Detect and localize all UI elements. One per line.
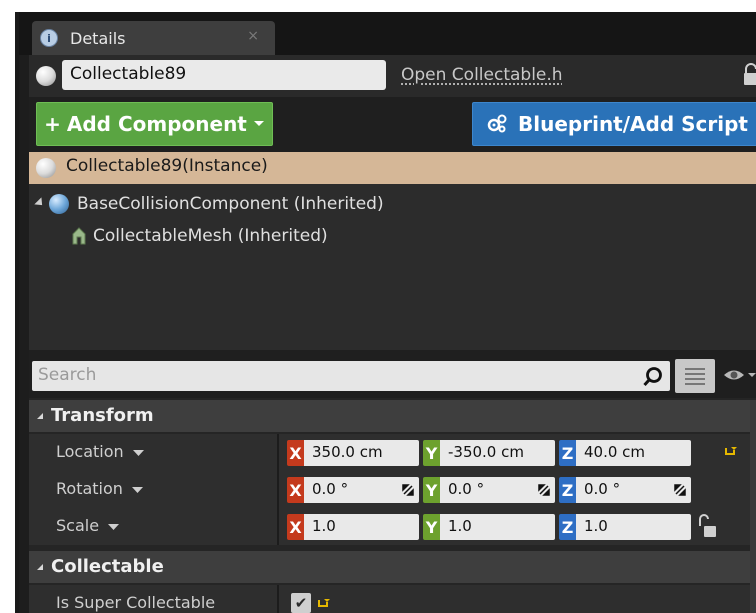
rotation-label[interactable]: Rotation	[56, 479, 144, 498]
rotation-row: Rotation X 0.0 ° Y 0.0 ° Z 0.0 °	[29, 471, 756, 508]
rotation-x-field[interactable]: X 0.0 °	[287, 477, 419, 503]
add-component-button[interactable]: + Add Component	[36, 102, 273, 146]
rotation-label-text: Rotation	[56, 479, 123, 498]
chevron-down-icon	[132, 487, 144, 493]
tab-label: Details	[70, 28, 126, 48]
spin-arrows-icon[interactable]	[402, 484, 414, 496]
instance-sphere-icon	[36, 158, 56, 178]
axis-z-badge: Z	[559, 514, 576, 540]
location-z-field[interactable]: Z 40.0 cm	[559, 440, 691, 466]
spin-arrows-icon[interactable]	[538, 484, 550, 496]
axis-x-badge: X	[287, 514, 304, 540]
eye-icon[interactable]	[722, 365, 756, 385]
search-input[interactable]: Search	[32, 361, 670, 391]
blueprint-add-script-button[interactable]: Blueprint/Add Script	[472, 102, 756, 146]
reset-to-default-icon[interactable]	[723, 445, 737, 459]
reset-to-default-icon[interactable]	[316, 597, 330, 611]
tab-strip: i Details ×	[19, 12, 756, 55]
axis-z-badge: Z	[559, 477, 576, 503]
rotation-z-value[interactable]: 0.0 °	[576, 477, 691, 503]
scale-row: Scale X 1.0 Y 1.0 Z 1.0	[29, 508, 756, 545]
lock-icon[interactable]	[742, 63, 756, 87]
rotation-z-text: 0.0 °	[584, 480, 621, 498]
scale-z-field[interactable]: Z 1.0	[559, 514, 691, 540]
blueprint-button-label: Blueprint/Add Script	[518, 112, 748, 136]
axis-x-badge: X	[287, 440, 304, 466]
scale-y-value[interactable]: 1.0	[440, 514, 555, 540]
tab-details[interactable]: i Details ×	[32, 21, 275, 55]
instance-label: Collectable89(Instance)	[66, 156, 268, 176]
column-divider	[277, 508, 279, 545]
search-row: Search	[29, 350, 756, 398]
gears-icon	[487, 114, 507, 133]
location-z-value[interactable]: 40.0 cm	[576, 440, 691, 466]
close-icon[interactable]: ×	[247, 28, 259, 44]
rotation-x-text: 0.0 °	[312, 480, 349, 498]
chevron-down-icon	[132, 450, 144, 456]
tree-item-collectable-mesh[interactable]: CollectableMesh (Inherited)	[29, 222, 756, 250]
details-panel: Collectable89 Open Collectable.h + Add C…	[29, 55, 756, 613]
axis-y-badge: Y	[423, 477, 440, 503]
tree-item-label: CollectableMesh (Inherited)	[93, 226, 328, 246]
property-matrix-button[interactable]	[675, 359, 715, 393]
component-buttons-row: + Add Component Blueprint/Add Script	[29, 97, 756, 152]
open-source-link[interactable]: Open Collectable.h	[401, 65, 563, 85]
collision-sphere-icon	[49, 194, 69, 214]
location-row: Location X 350.0 cm Y -350.0 cm Z 40.0 c…	[29, 434, 756, 471]
static-mesh-icon	[72, 227, 86, 245]
spin-arrows-icon[interactable]	[674, 484, 686, 496]
scale-x-field[interactable]: X 1.0	[287, 514, 419, 540]
section-title: Transform	[51, 405, 154, 426]
scale-y-field[interactable]: Y 1.0	[423, 514, 555, 540]
column-divider	[277, 471, 279, 508]
actor-name-row: Collectable89 Open Collectable.h	[29, 55, 756, 97]
location-label-text: Location	[56, 442, 124, 461]
axis-x-badge: X	[287, 477, 304, 503]
rotation-y-text: 0.0 °	[448, 480, 485, 498]
location-y-value[interactable]: -350.0 cm	[440, 440, 555, 466]
location-x-field[interactable]: X 350.0 cm	[287, 440, 419, 466]
actor-name-input[interactable]: Collectable89	[62, 60, 386, 90]
axis-z-badge: Z	[559, 440, 576, 466]
details-window: i Details × Collectable89 Open Collectab…	[15, 12, 756, 613]
rotation-z-field[interactable]: Z 0.0 °	[559, 477, 691, 503]
chevron-down-icon	[253, 121, 264, 126]
scale-z-value[interactable]: 1.0	[576, 514, 691, 540]
plus-icon: +	[44, 112, 61, 136]
collapse-arrow-icon[interactable]	[37, 413, 43, 419]
scale-label-text: Scale	[56, 516, 100, 535]
add-component-label: Add Component	[66, 112, 247, 136]
rotation-y-value[interactable]: 0.0 °	[440, 477, 555, 503]
details-scrollbar[interactable]	[750, 400, 756, 613]
is-super-collectable-label: Is Super Collectable	[56, 593, 216, 612]
tree-item-base-collision[interactable]: BaseCollisionComponent (Inherited)	[29, 190, 756, 218]
section-title: Collectable	[51, 556, 164, 577]
search-icon[interactable]	[643, 366, 663, 388]
scale-label[interactable]: Scale	[56, 516, 120, 535]
info-icon: i	[40, 29, 58, 47]
rotation-y-field[interactable]: Y 0.0 °	[423, 477, 555, 503]
axis-y-badge: Y	[423, 514, 440, 540]
location-x-value[interactable]: 350.0 cm	[304, 440, 419, 466]
tree-item-label: BaseCollisionComponent (Inherited)	[77, 194, 384, 214]
lock-scale-icon[interactable]	[697, 513, 717, 539]
axis-y-badge: Y	[423, 440, 440, 466]
scale-x-value[interactable]: 1.0	[304, 514, 419, 540]
component-tree: BaseCollisionComponent (Inherited) Colle…	[29, 184, 756, 350]
chevron-down-icon	[108, 524, 120, 530]
column-divider	[277, 434, 279, 471]
collectable-section-header[interactable]: Collectable	[29, 551, 756, 583]
location-label[interactable]: Location	[56, 442, 144, 461]
expand-arrow-icon[interactable]	[34, 197, 46, 209]
column-divider	[277, 585, 279, 613]
rotation-x-value[interactable]: 0.0 °	[304, 477, 419, 503]
component-instance-row[interactable]: Collectable89(Instance)	[29, 152, 756, 184]
is-super-collectable-checkbox[interactable]: ✔	[291, 593, 311, 613]
is-super-collectable-row: Is Super Collectable ✔	[29, 585, 756, 613]
location-y-field[interactable]: Y -350.0 cm	[423, 440, 555, 466]
collapse-arrow-icon[interactable]	[37, 564, 43, 570]
actor-sphere-icon	[36, 66, 56, 86]
transform-section-header[interactable]: Transform	[29, 400, 756, 432]
